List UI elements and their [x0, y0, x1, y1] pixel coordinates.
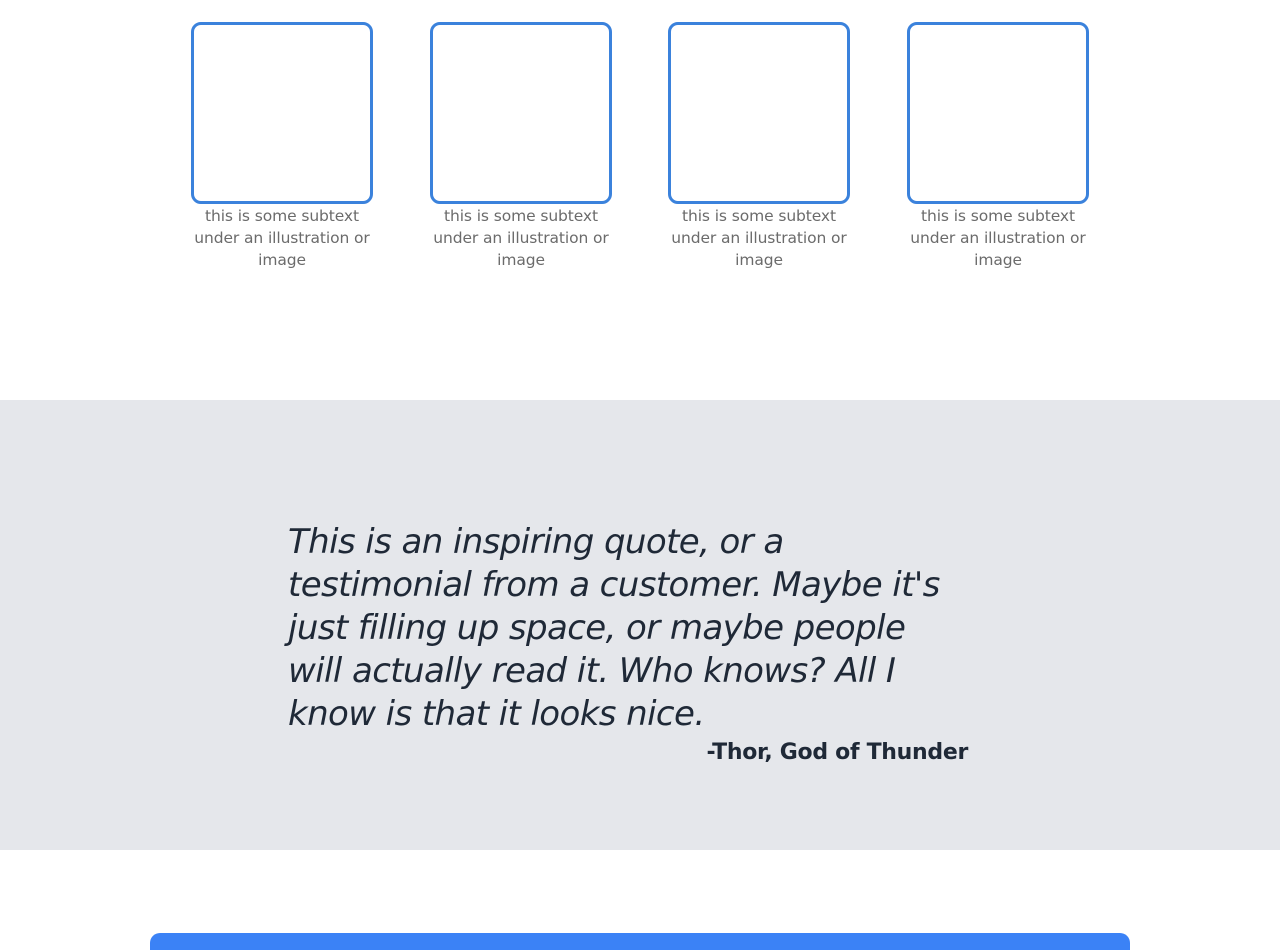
illustration-card: this is some subtext under an illustrati…: [907, 22, 1089, 271]
cta-banner: [150, 933, 1130, 950]
illustration-placeholder: [907, 22, 1089, 204]
illustration-caption: this is some subtext under an illustrati…: [910, 207, 1086, 269]
illustration-caption: this is some subtext under an illustrati…: [671, 207, 847, 269]
illustration-card: this is some subtext under an illustrati…: [191, 22, 373, 271]
illustration-grid: this is some subtext under an illustrati…: [0, 0, 1280, 400]
illustration-placeholder: [668, 22, 850, 204]
quote-author: -Thor, God of Thunder: [706, 740, 969, 765]
illustration-card: this is some subtext under an illustrati…: [668, 22, 850, 271]
testimonial: This is an inspiring quote, or a testimo…: [288, 521, 968, 768]
page: this is some subtext under an illustrati…: [0, 0, 1280, 950]
illustration-placeholder: [191, 22, 373, 204]
illustration-card: this is some subtext under an illustrati…: [430, 22, 612, 271]
quote-text: This is an inspiring quote, or a testimo…: [288, 522, 940, 734]
illustration-placeholder: [430, 22, 612, 204]
quote-section: This is an inspiring quote, or a testimo…: [0, 400, 1280, 850]
illustration-caption: this is some subtext under an illustrati…: [433, 207, 609, 269]
illustration-caption: this is some subtext under an illustrati…: [194, 207, 370, 269]
